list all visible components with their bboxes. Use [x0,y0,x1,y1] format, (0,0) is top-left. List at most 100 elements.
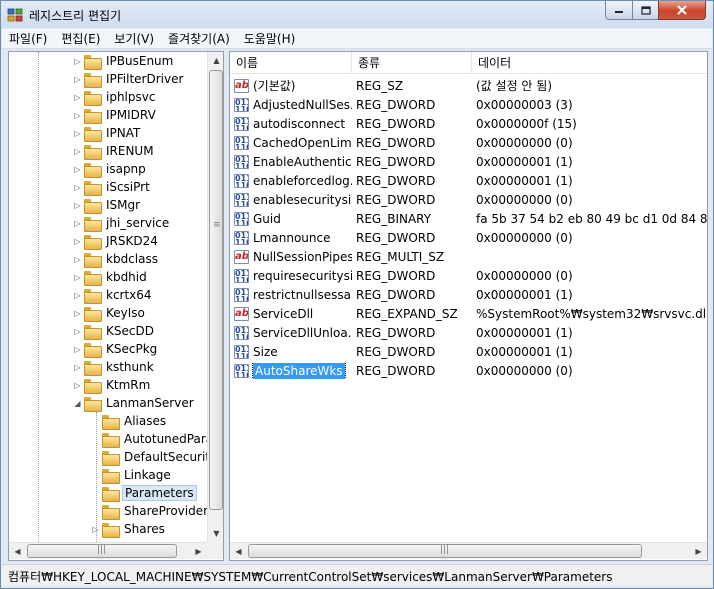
tree-item[interactable]: ▷ kbdhid [73,268,149,286]
menu-help[interactable]: 도움말(H) [237,29,303,49]
folder-icon [102,522,120,538]
value-row[interactable]: ab NullSessionPipes REG_MULTI_SZ [230,247,707,266]
tree-item[interactable]: ▷ KtmRm [73,376,152,394]
value-row[interactable]: 011110 restrictnullsessa... REG_DWORD 0x000… [230,285,707,304]
tree-item[interactable]: ▷ IPNAT [73,124,142,142]
string-value-icon: ab [234,306,249,321]
list-horizontal-scrollbar[interactable]: ◀ ||| ▶ [230,542,707,559]
tree-item[interactable]: ▷ KSecDD [73,322,156,340]
scroll-left-arrow-icon[interactable]: ◀ [9,543,26,560]
tree-vertical-scrollbar[interactable]: ▲ ≡ ▼ [207,52,223,542]
value-row[interactable]: 011110 Lmannounce REG_DWORD 0x00000000 (0) [230,228,707,247]
value-row[interactable]: 011110 enableforcedlog... REG_DWORD 0x00000… [230,171,707,190]
tree-item[interactable]: Linkage [91,466,173,484]
tree-item[interactable]: ▷ Shares [91,520,167,538]
tree-item[interactable]: ▷ IPBusEnum [73,52,175,70]
tree-item[interactable]: ▷ isapnp [73,160,148,178]
value-row[interactable]: 011110 EnableAuthentic... REG_DWORD 0x00000… [230,152,707,171]
value-row[interactable]: 011110AutoShareWks REG_DWORD 0x00000000 (0… [230,361,707,380]
title-bar[interactable]: 레지스트리 편집기 [1,1,713,28]
tree-item[interactable]: ▷ ISMgr [73,196,142,214]
minimize-button[interactable] [605,1,633,20]
value-row[interactable]: ab (기본값) REG_SZ (값 설정 안 됨) [230,76,707,95]
tree-item[interactable]: Aliases [91,412,168,430]
tree-item[interactable]: ▷ IPFilterDriver [73,70,185,88]
tree-expand-icon[interactable]: ▷ [73,286,82,304]
tree-expand-icon[interactable]: ▷ [73,52,82,70]
tree-expand-icon[interactable]: ▷ [73,70,82,88]
tree-expand-icon[interactable]: ▷ [73,304,82,322]
menu-favorites[interactable]: 즐겨찾기(A) [161,29,237,49]
scroll-right-arrow-icon[interactable]: ▶ [690,543,707,560]
close-button[interactable] [658,1,706,20]
tree-expand-icon[interactable]: ▷ [73,322,82,340]
scroll-down-arrow-icon[interactable]: ▼ [208,525,223,542]
values-list-pane[interactable]: 이름 종류 데이터 ab(기본값)REG_SZ(값 설정 안 됨)011110A… [229,51,708,561]
tree-expand-icon[interactable]: ▷ [91,520,100,538]
tree-expand-icon[interactable]: ▷ [73,142,82,160]
scroll-left-arrow-icon[interactable]: ◀ [230,543,247,560]
tree-item[interactable]: ▷ kcrtx64 [73,286,154,304]
tree-expand-icon[interactable]: ▷ [73,124,82,142]
value-name-cell: ab NullSessionPipes [234,249,352,264]
tree-item[interactable]: ▷ KeyIso [73,304,147,322]
scroll-grip-icon: ≡ [213,220,221,230]
value-row[interactable]: 011110 enablesecuritysi... REG_DWORD 0x0000… [230,190,707,209]
tree-horizontal-scrollbar[interactable]: ◀ ||| ▶ [9,542,207,559]
tree-expand-icon[interactable]: ▷ [73,214,82,232]
value-row[interactable]: 011110 AdjustedNullSes... REG_DWORD 0x00000… [230,95,707,114]
value-name: CachedOpenLimit [253,135,352,150]
value-row[interactable]: 011110 Size REG_DWORD 0x00000001 (1) [230,342,707,361]
column-header-data[interactable]: 데이터 [472,52,707,74]
tree-expand-icon[interactable]: ▷ [73,106,82,124]
tree-item[interactable]: ▷ kbdclass [73,250,160,268]
tree-item[interactable]: ▷ KSecPkg [73,340,159,358]
tree-item[interactable]: ▷ iScsiPrt [73,178,152,196]
tree-vscroll-thumb[interactable] [209,70,223,510]
column-header-type[interactable]: 종류 [352,52,472,74]
tree-item[interactable]: AutotunedPara [91,430,207,448]
tree-item[interactable]: ▷ JRSKD24 [73,232,160,250]
tree-item[interactable]: ▷ IPMIDRV [73,106,158,124]
menu-edit[interactable]: 편집(E) [54,29,107,49]
column-header-name[interactable]: 이름 [230,52,352,74]
menu-file[interactable]: 파일(F) [2,29,54,49]
tree-expand-icon[interactable]: ▷ [73,196,82,214]
tree-expand-icon[interactable]: ▷ [73,88,82,106]
key-tree-pane[interactable]: ▷ IPBusEnum ▷ IPFilterDriver ▷ iphlpsvc ▷ IPMID… [8,51,224,561]
maximize-button[interactable] [632,1,659,20]
tree-expand-icon[interactable]: ▷ [73,178,82,196]
value-row[interactable]: 011110 requiresecuritysi... REG_DWORD 0x000… [230,266,707,285]
value-name-cell: 011110 autodisconnect [234,116,352,131]
scroll-up-arrow-icon[interactable]: ▲ [208,52,223,69]
value-row[interactable]: ab ServiceDll REG_EXPAND_SZ %SystemRoot%₩sy… [230,304,707,323]
tree-item[interactable]: Parameters [91,484,197,502]
tree-item[interactable]: ▷ IRENUM [73,142,156,160]
tree-item[interactable]: ▷ ksthunk [73,358,156,376]
value-name: (기본값) [253,79,296,93]
tree-expand-icon[interactable]: ▷ [73,268,82,286]
tree-item[interactable]: ◢ LanmanServer [73,394,196,412]
tree-item[interactable]: ▷ iphlpsvc [73,88,157,106]
tree-expand-icon[interactable]: ▷ [73,358,82,376]
tree-expand-icon[interactable]: ▷ [73,160,82,178]
value-row[interactable]: 011110 autodisconnect REG_DWORD 0x0000000f … [230,114,707,133]
scroll-right-arrow-icon[interactable]: ▶ [190,543,207,560]
tree-item-label: jhi_service [106,216,170,230]
tree-item[interactable]: ShareProviders [91,502,207,520]
value-row[interactable]: 011110 Guid REG_BINARY fa 5b 37 54 b2 eb 80… [230,209,707,228]
folder-icon [84,72,102,88]
value-row[interactable]: 011110 CachedOpenLimit REG_DWORD 0x00000000… [230,133,707,152]
tree-item[interactable]: DefaultSecurity [91,448,207,466]
value-row[interactable]: 011110 ServiceDllUnloa... REG_DWORD 0x00000… [230,323,707,342]
tree-item-label: Aliases [124,414,167,428]
tree-expand-icon[interactable]: ▷ [73,232,82,250]
value-name: autodisconnect [253,116,346,131]
tree-item[interactable]: ▷ jhi_service [73,214,171,232]
menu-view[interactable]: 보기(V) [107,29,161,49]
tree-expand-icon[interactable]: ▷ [73,376,82,394]
tree-expand-icon[interactable]: ▷ [73,340,82,358]
tree-expand-icon[interactable]: ▷ [73,250,82,268]
tree-collapse-icon[interactable]: ◢ [73,394,82,412]
